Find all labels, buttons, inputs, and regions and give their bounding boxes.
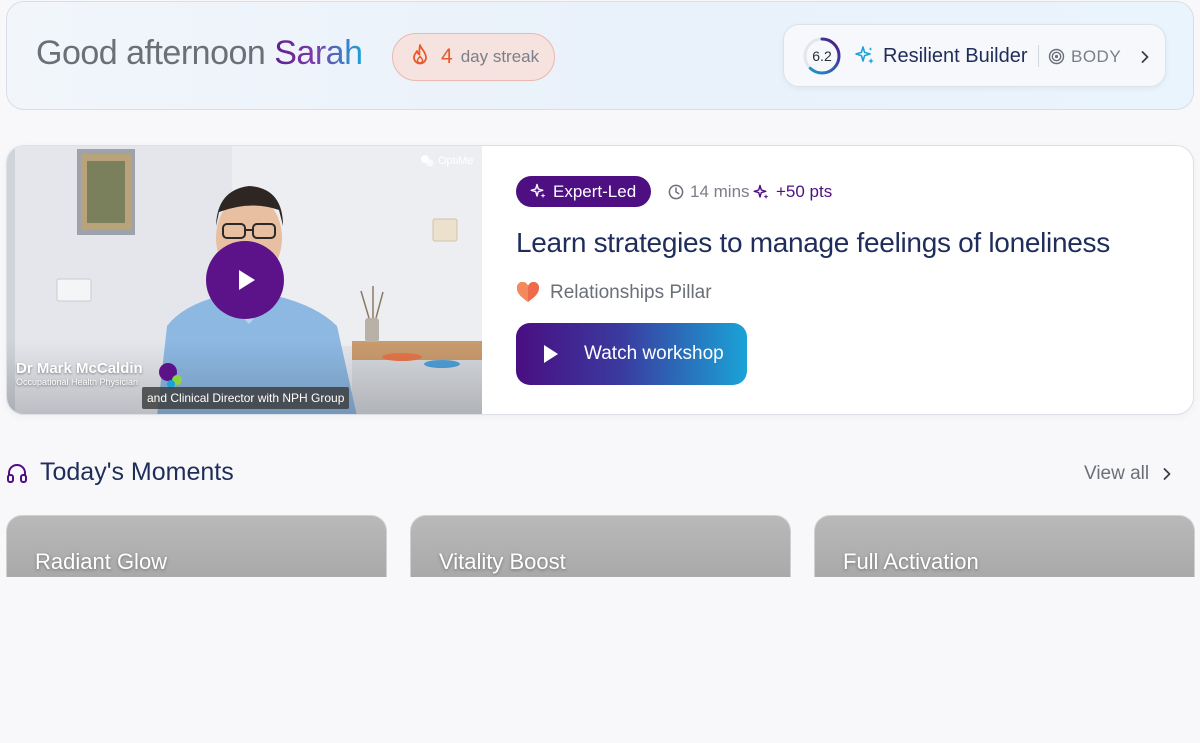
brand-logo-icon xyxy=(421,155,434,167)
section-title: Today's Moments xyxy=(40,458,234,486)
pillar-line: Relationships Pillar xyxy=(516,282,712,304)
moment-card[interactable]: Full Activation xyxy=(814,515,1195,577)
points: +50 pts xyxy=(753,182,832,202)
chevron-right-icon xyxy=(1141,51,1149,63)
brand-watermark: OptiMe xyxy=(420,154,473,168)
presenter-role: Occupational Health Physician xyxy=(16,377,139,387)
play-icon xyxy=(239,270,255,290)
streak-badge[interactable]: 4 day streak xyxy=(392,33,555,81)
greeting-label: Good afternoon xyxy=(36,34,266,72)
video-thumbnail[interactable]: OptiMe Dr Mark McCaldin Occupational Hea… xyxy=(7,146,482,414)
watch-workshop-button[interactable]: Watch workshop xyxy=(516,323,747,385)
play-icon xyxy=(544,345,558,363)
moments-section-header: Today's Moments xyxy=(6,458,234,487)
clock-icon xyxy=(668,184,684,200)
view-all-label: View all xyxy=(1084,463,1150,484)
featured-workshop-card: OptiMe Dr Mark McCaldin Occupational Hea… xyxy=(6,145,1194,415)
target-icon xyxy=(1048,48,1065,65)
pillar-label: Relationships Pillar xyxy=(550,282,712,303)
pillar-tag: BODY xyxy=(1071,47,1122,66)
duration-label: 14 mins xyxy=(690,182,750,201)
sparkle-icon xyxy=(530,183,546,199)
workshop-title: Learn strategies to manage feelings of l… xyxy=(516,227,1110,258)
greeting-header: Good afternoon Sarah 4 day streak 6.2 Re… xyxy=(6,1,1194,110)
expert-led-badge: Expert-Led xyxy=(516,176,652,207)
presenter-name: Dr Mark McCaldin xyxy=(16,360,143,377)
moment-card[interactable]: Vitality Boost xyxy=(410,515,791,577)
headphones-icon xyxy=(7,463,27,483)
sparkle-icon xyxy=(855,46,874,64)
moment-card[interactable]: Radiant Glow xyxy=(6,515,387,577)
sparkle-icon xyxy=(753,184,769,199)
user-name: Sarah xyxy=(274,34,363,72)
duration: 14 mins xyxy=(668,182,750,202)
view-all-link[interactable]: View all xyxy=(1084,463,1173,485)
heart-icon xyxy=(516,282,540,302)
greeting-text: Good afternoon Sarah xyxy=(36,34,363,73)
moment-label: Full Activation xyxy=(843,549,979,574)
streak-count: 4 xyxy=(441,45,453,68)
badge-label: Expert-Led xyxy=(553,181,637,201)
video-play-button[interactable] xyxy=(206,241,284,319)
flame-icon xyxy=(411,43,429,71)
moment-label: Radiant Glow xyxy=(35,549,168,574)
video-caption: and Clinical Director with NPH Group xyxy=(142,387,350,409)
watch-workshop-label: Watch workshop xyxy=(584,343,724,364)
moment-label: Vitality Boost xyxy=(439,549,566,574)
points-label: +50 pts xyxy=(776,182,833,201)
score-value: 6.2 xyxy=(812,48,832,64)
chevron-right-icon xyxy=(1163,468,1171,480)
divider xyxy=(1038,45,1039,67)
streak-label: day streak xyxy=(460,47,540,66)
brand-name: OptiMe xyxy=(438,155,474,167)
tier-label: Resilient Builder xyxy=(883,45,1028,67)
profile-summary-button[interactable]: 6.2 Resilient Builder BODY xyxy=(783,24,1166,87)
